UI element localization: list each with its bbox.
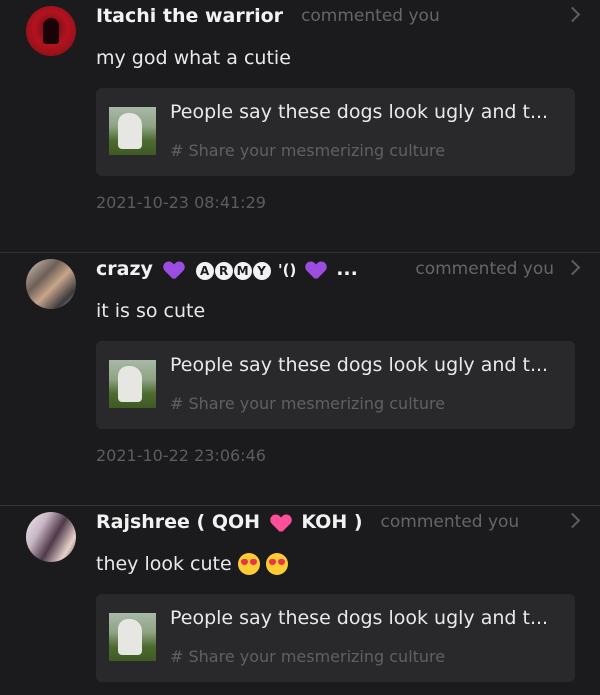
chevron-right-icon[interactable]	[564, 6, 581, 23]
notification-header: Rajshree ( QOH KOH ) commented you	[96, 508, 581, 536]
user-name-symbols: '()	[278, 261, 302, 279]
post-topic-tag: # Share your mesmerizing culture	[170, 141, 446, 160]
notification-item[interactable]: Itachi the warrior commented you my god …	[0, 0, 600, 253]
comment-body: it is so cute	[96, 300, 206, 322]
army-badge: ARMY	[196, 262, 278, 280]
avatar[interactable]	[26, 6, 76, 56]
user-name-text: KOH )	[301, 511, 363, 533]
comment-body: my god what a cutie	[96, 47, 291, 69]
user-name-text: crazy	[96, 258, 153, 280]
badge-letter: R	[215, 262, 234, 280]
notification-item[interactable]: Rajshree ( QOH KOH ) commented you they …	[0, 506, 600, 695]
user-name[interactable]: crazy ARMY '() ...	[96, 258, 358, 280]
comment-text: my god what a cutie	[96, 47, 291, 69]
post-card[interactable]: People say these dogs look ugly and t...…	[96, 88, 575, 176]
post-title: People say these dogs look ugly and t...	[170, 607, 549, 629]
chevron-right-icon[interactable]	[564, 259, 581, 276]
purple-heart-emoji	[164, 260, 184, 280]
avatar[interactable]	[26, 259, 76, 309]
badge-letter: M	[234, 262, 253, 280]
action-text: commented you	[415, 259, 554, 279]
action-text: commented you	[301, 6, 440, 26]
comment-body: they look cute	[96, 553, 232, 575]
timestamp: 2021-10-22 23:06:46	[96, 446, 266, 465]
badge-letter: A	[196, 262, 215, 280]
timestamp: 2021-10-23 08:41:29	[96, 193, 266, 212]
user-name[interactable]: Itachi the warrior	[96, 5, 283, 27]
user-name-text: Rajshree ( QOH	[96, 511, 261, 533]
post-thumbnail	[109, 107, 156, 155]
user-name-ellipsis: ...	[336, 258, 358, 280]
badge-letter: Y	[253, 262, 272, 280]
post-thumbnail	[109, 613, 156, 661]
post-topic-tag: # Share your mesmerizing culture	[170, 647, 446, 666]
purple-heart-emoji	[306, 260, 326, 280]
post-title: People say these dogs look ugly and t...	[170, 354, 549, 376]
heart-eyes-emoji	[265, 553, 288, 575]
comment-text: they look cute	[96, 553, 288, 575]
comment-text: it is so cute	[96, 300, 205, 322]
chevron-right-icon[interactable]	[564, 512, 581, 529]
post-title: People say these dogs look ugly and t...	[170, 101, 549, 123]
notification-header: Itachi the warrior commented you	[96, 2, 581, 30]
post-thumbnail	[109, 360, 156, 408]
post-topic-tag: # Share your mesmerizing culture	[170, 394, 446, 413]
notification-header: crazy ARMY '() ... commented you	[96, 255, 581, 283]
notification-item[interactable]: crazy ARMY '() ... commented you it is s…	[0, 253, 600, 506]
post-card[interactable]: People say these dogs look ugly and t...…	[96, 594, 575, 682]
heart-eyes-emoji	[237, 553, 260, 575]
pink-heart-emoji	[271, 513, 291, 533]
post-card[interactable]: People say these dogs look ugly and t...…	[96, 341, 575, 429]
avatar[interactable]	[26, 512, 76, 562]
user-name[interactable]: Rajshree ( QOH KOH )	[96, 511, 363, 533]
action-text: commented you	[380, 512, 520, 532]
